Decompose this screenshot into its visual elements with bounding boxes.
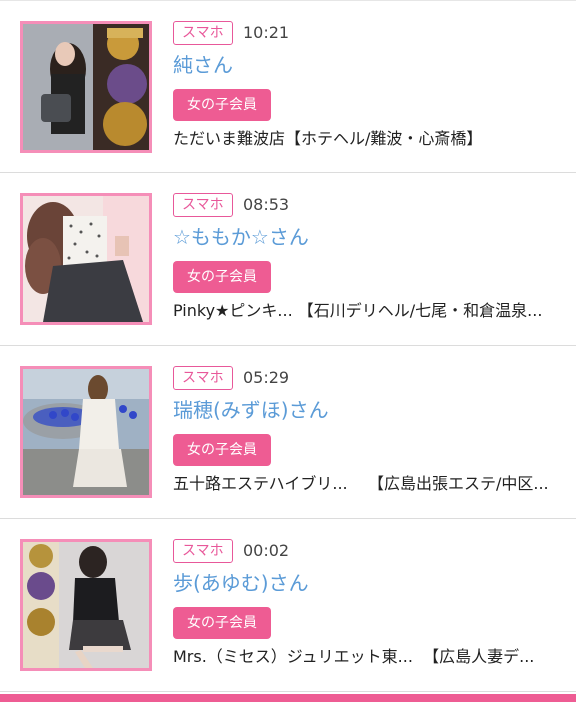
device-badge: スマホ <box>173 366 233 390</box>
device-badge: スマホ <box>173 193 233 217</box>
list-item[interactable]: スマホ 10:21 純さん 女の子会員 ただいま難波店【ホテヘル/難波・心斎橋】 <box>0 0 576 173</box>
shop-area: 【広島人妻デ... <box>423 647 535 666</box>
girl-name-link[interactable]: 瑞穂(みずほ)さん <box>173 396 329 424</box>
profile-photo[interactable] <box>20 193 152 325</box>
shop-info[interactable]: ただいま難波店【ホテヘル/難波・心斎橋】 <box>173 128 563 150</box>
device-badge: スマホ <box>173 539 233 563</box>
post-time: 00:02 <box>243 541 290 560</box>
post-list: スマホ 10:21 純さん 女の子会員 ただいま難波店【ホテヘル/難波・心斎橋】 <box>0 0 576 692</box>
shop-name: Pinky★ピンキ... <box>173 301 293 320</box>
bottom-accent-bar <box>0 694 576 702</box>
shop-info[interactable]: 五十路エステハイブリ... 【広島出張エステ/中区... <box>173 473 563 495</box>
shop-area: 【ホテヘル/難波・心斎橋】 <box>285 129 483 148</box>
girl-name-link[interactable]: ☆ももか☆さん <box>173 223 309 251</box>
member-badge: 女の子会員 <box>173 607 271 639</box>
member-badge: 女の子会員 <box>173 261 271 293</box>
member-badge: 女の子会員 <box>173 89 271 121</box>
profile-photo[interactable] <box>20 539 152 671</box>
shop-name: ただいま難波店 <box>173 129 286 148</box>
shop-area: 【石川デリヘル/七尾・和倉温泉... <box>297 301 543 320</box>
shop-info[interactable]: Mrs.（ミセス）ジュリエット東... 【広島人妻デ... <box>173 646 563 668</box>
list-item[interactable]: スマホ 08:53 ☆ももか☆さん 女の子会員 Pinky★ピンキ... 【石川… <box>0 173 576 346</box>
post-time: 05:29 <box>243 368 290 387</box>
member-badge: 女の子会員 <box>173 434 271 466</box>
device-badge: スマホ <box>173 21 233 45</box>
profile-photo[interactable] <box>20 366 152 498</box>
shop-info[interactable]: Pinky★ピンキ... 【石川デリヘル/七尾・和倉温泉... <box>173 300 563 322</box>
shop-name: Mrs.（ミセス）ジュリエット東... <box>173 647 413 666</box>
list-item[interactable]: スマホ 05:29 瑞穂(みずほ)さん 女の子会員 五十路エステハイブリ... … <box>0 346 576 519</box>
post-time: 10:21 <box>243 23 290 42</box>
girl-name-link[interactable]: 歩(あゆむ)さん <box>173 569 309 597</box>
girl-name-link[interactable]: 純さん <box>173 51 233 79</box>
post-time: 08:53 <box>243 195 290 214</box>
shop-area: 【広島出張エステ/中区... <box>367 474 549 493</box>
profile-photo[interactable] <box>20 21 152 153</box>
list-item[interactable]: スマホ 00:02 歩(あゆむ)さん 女の子会員 Mrs.（ミセス）ジュリエット… <box>0 519 576 692</box>
shop-name: 五十路エステハイブリ... <box>173 474 348 493</box>
